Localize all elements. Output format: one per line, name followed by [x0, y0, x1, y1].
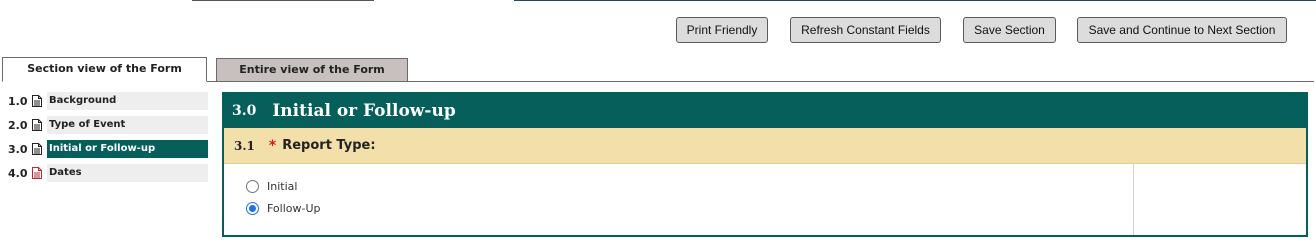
question-body: Initial Follow-Up — [224, 164, 1306, 235]
question-header: 3.1 * Report Type: — [224, 128, 1306, 164]
top-stripe-right — [514, 0, 1316, 1]
radio-option-follow-up[interactable]: Follow-Up — [246, 202, 321, 215]
section-header: 3.0 Initial or Follow-up — [224, 94, 1306, 128]
radio-label-initial: Initial — [267, 180, 298, 193]
question-number: 3.1 — [234, 138, 255, 153]
refresh-constant-fields-button[interactable]: Refresh Constant Fields — [790, 17, 941, 43]
sidebar-item-type-of-event[interactable]: 2.0 Type of Event — [8, 116, 208, 134]
section-number: 3.0 — [232, 103, 257, 119]
radio-follow-up[interactable] — [246, 202, 259, 215]
nav-item-number: 2.0 — [8, 118, 28, 132]
section-title: Initial or Follow-up — [272, 101, 456, 121]
section-panel: 3.0 Initial or Follow-up 3.1 * Report Ty… — [222, 92, 1308, 237]
sidebar-item-background[interactable]: 1.0 Background — [8, 92, 208, 110]
tab-section-view[interactable]: Section view of the Form — [2, 57, 207, 82]
nav-item-label: Background — [47, 92, 208, 110]
section-nav: 1.0 Background 2.0 Type of Event 3.0 Ini… — [8, 92, 208, 188]
document-icon — [32, 119, 42, 131]
radio-initial[interactable] — [246, 180, 259, 193]
column-divider — [1133, 164, 1134, 235]
print-friendly-button[interactable]: Print Friendly — [676, 17, 768, 43]
nav-item-number: 1.0 — [8, 94, 28, 108]
radio-option-initial[interactable]: Initial — [246, 180, 297, 193]
nav-item-label: Initial or Follow-up — [47, 140, 208, 158]
nav-item-label: Type of Event — [47, 116, 208, 134]
sidebar-item-dates[interactable]: 4.0 Dates — [8, 164, 208, 182]
document-red-icon — [32, 167, 42, 179]
view-tabs: Section view of the Form Entire view of … — [2, 57, 1314, 82]
save-section-button[interactable]: Save Section — [963, 17, 1056, 43]
document-icon — [32, 143, 42, 155]
radio-label-follow-up: Follow-Up — [267, 202, 321, 215]
sidebar-item-initial-or-follow-up[interactable]: 3.0 Initial or Follow-up — [8, 140, 208, 158]
document-icon — [32, 95, 42, 107]
question-label: Report Type: — [282, 138, 376, 153]
nav-item-number: 3.0 — [8, 142, 28, 156]
save-and-continue-button[interactable]: Save and Continue to Next Section — [1077, 17, 1287, 43]
nav-item-label: Dates — [47, 164, 208, 182]
tab-entire-view[interactable]: Entire view of the Form — [216, 58, 408, 82]
required-indicator: * — [268, 137, 277, 154]
top-stripe-left — [192, 0, 374, 1]
nav-item-number: 4.0 — [8, 166, 28, 180]
